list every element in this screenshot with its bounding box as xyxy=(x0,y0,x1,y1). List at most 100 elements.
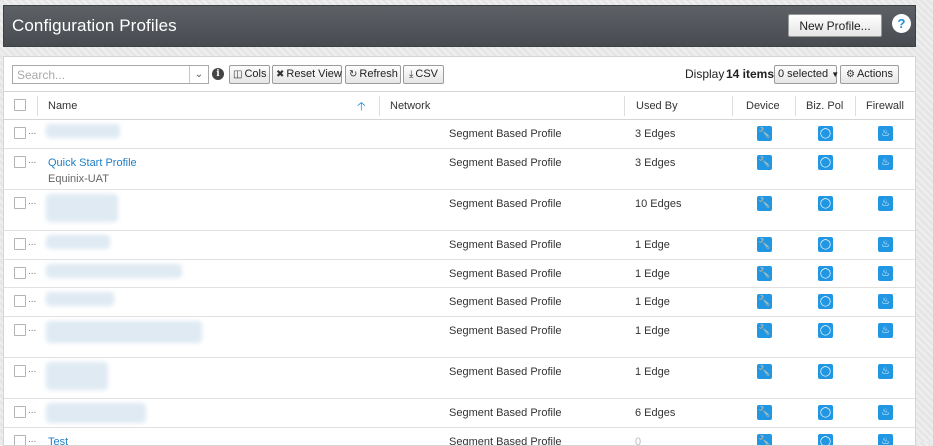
new-profile-button[interactable]: New Profile... xyxy=(788,14,882,37)
wrench-icon[interactable]: 🔧 xyxy=(757,126,772,141)
network-cell: Segment Based Profile xyxy=(449,157,562,169)
row-checkbox[interactable] xyxy=(14,156,26,168)
redacted-profile-name xyxy=(46,403,146,423)
wrench-icon[interactable]: 🔧 xyxy=(757,237,772,252)
search-input[interactable] xyxy=(13,66,188,83)
row-menu-icon[interactable]: ... xyxy=(28,323,36,334)
table-row: ... Test Segment Based Profile 0 🔧 ◯ ♨ xyxy=(4,428,915,446)
flame-icon[interactable]: ♨ xyxy=(878,434,893,445)
row-menu-icon[interactable]: ... xyxy=(28,405,36,416)
row-checkbox[interactable] xyxy=(14,406,26,418)
row-menu-icon[interactable]: ... xyxy=(28,266,36,277)
refresh-icon: ↻ xyxy=(349,69,358,80)
profile-name-link[interactable]: Quick Start Profile xyxy=(48,157,137,169)
row-checkbox[interactable] xyxy=(14,365,26,377)
cols-button[interactable]: ◫ Cols xyxy=(229,65,270,84)
info-icon[interactable]: i xyxy=(212,68,224,80)
row-menu-icon[interactable]: ... xyxy=(28,294,36,305)
network-cell: Segment Based Profile xyxy=(449,366,562,378)
column-header-firewall[interactable]: Firewall xyxy=(866,92,904,120)
used-by-cell: 3 Edges xyxy=(635,157,676,169)
column-header-network[interactable]: Network xyxy=(390,92,430,120)
cols-label: Cols xyxy=(244,68,267,80)
badge-icon[interactable]: ◯ xyxy=(818,237,833,252)
badge-icon[interactable]: ◯ xyxy=(818,323,833,338)
wrench-icon[interactable]: 🔧 xyxy=(757,155,772,170)
select-all-checkbox[interactable] xyxy=(14,99,26,111)
chevron-down-icon[interactable]: ⌄ xyxy=(189,66,208,83)
row-menu-icon[interactable]: ... xyxy=(28,155,36,166)
wrench-icon[interactable]: 🔧 xyxy=(757,266,772,281)
column-header-name[interactable]: Name xyxy=(48,92,77,120)
profile-subtitle: Equinix-UAT xyxy=(48,173,109,185)
wrench-icon[interactable]: 🔧 xyxy=(757,323,772,338)
flame-icon[interactable]: ♨ xyxy=(878,196,893,211)
row-menu-icon[interactable]: ... xyxy=(28,237,36,248)
column-header-used-by[interactable]: Used By xyxy=(636,92,678,120)
column-divider xyxy=(795,96,796,116)
column-divider xyxy=(855,96,856,116)
reset-view-label: Reset View xyxy=(286,68,342,80)
used-by-cell: 3 Edges xyxy=(635,128,676,140)
row-menu-icon[interactable]: ... xyxy=(28,434,36,445)
refresh-button[interactable]: ↻ Refresh xyxy=(345,65,401,84)
row-checkbox[interactable] xyxy=(14,435,26,445)
table-header: Name 🡡 Network Used By Device Biz. Pol F… xyxy=(4,91,915,120)
row-menu-icon[interactable]: ... xyxy=(28,126,36,137)
csv-button[interactable]: ⤓ CSV xyxy=(403,65,444,84)
badge-icon[interactable]: ◯ xyxy=(818,155,833,170)
flame-icon[interactable]: ♨ xyxy=(878,294,893,309)
network-cell: Segment Based Profile xyxy=(449,325,562,337)
badge-icon[interactable]: ◯ xyxy=(818,405,833,420)
row-checkbox[interactable] xyxy=(14,197,26,209)
redacted-profile-name xyxy=(46,235,110,249)
row-menu-icon[interactable]: ... xyxy=(28,196,36,207)
row-checkbox[interactable] xyxy=(14,267,26,279)
flame-icon[interactable]: ♨ xyxy=(878,126,893,141)
used-by-cell: 1 Edge xyxy=(635,325,670,337)
reset-view-button[interactable]: ✖ Reset View xyxy=(272,65,342,84)
actions-button[interactable]: ⚙ Actions xyxy=(840,65,899,84)
row-checkbox[interactable] xyxy=(14,324,26,336)
flame-icon[interactable]: ♨ xyxy=(878,405,893,420)
row-checkbox[interactable] xyxy=(14,238,26,250)
flame-icon[interactable]: ♨ xyxy=(878,364,893,379)
column-header-biz-pol[interactable]: Biz. Pol xyxy=(806,92,843,120)
badge-icon[interactable]: ◯ xyxy=(818,266,833,281)
wrench-icon[interactable]: 🔧 xyxy=(757,405,772,420)
row-checkbox[interactable] xyxy=(14,295,26,307)
row-checkbox[interactable] xyxy=(14,127,26,139)
table-row: ... Segment Based Profile 10 Edges 🔧 ◯ ♨ xyxy=(4,190,915,231)
flame-icon[interactable]: ♨ xyxy=(878,266,893,281)
network-cell: Segment Based Profile xyxy=(449,198,562,210)
row-menu-icon[interactable]: ... xyxy=(28,364,36,375)
table-row: ... Quick Start Profile Equinix-UAT Segm… xyxy=(4,149,915,190)
table-row: ... Segment Based Profile 1 Edge 🔧 ◯ ♨ xyxy=(4,317,915,358)
flame-icon[interactable]: ♨ xyxy=(878,237,893,252)
refresh-label: Refresh xyxy=(359,68,398,80)
badge-icon[interactable]: ◯ xyxy=(818,196,833,211)
network-cell: Segment Based Profile xyxy=(449,128,562,140)
flame-icon[interactable]: ♨ xyxy=(878,155,893,170)
badge-icon[interactable]: ◯ xyxy=(818,364,833,379)
badge-icon[interactable]: ◯ xyxy=(818,434,833,445)
wrench-icon[interactable]: 🔧 xyxy=(757,434,772,445)
used-by-cell: 0 xyxy=(635,436,642,446)
wrench-icon[interactable]: 🔧 xyxy=(757,294,772,309)
flame-icon[interactable]: ♨ xyxy=(878,323,893,338)
actions-label: Actions xyxy=(856,68,894,80)
network-cell: Segment Based Profile xyxy=(449,239,562,251)
network-cell: Segment Based Profile xyxy=(449,407,562,419)
profile-name-link[interactable]: Test xyxy=(48,436,68,445)
wrench-icon[interactable]: 🔧 xyxy=(757,196,772,211)
help-icon[interactable]: ? xyxy=(892,14,911,33)
table-row: ... Segment Based Profile 1 Edge 🔧 ◯ ♨ xyxy=(4,260,915,288)
sort-ascending-icon[interactable]: 🡡 xyxy=(357,92,366,120)
wrench-icon[interactable]: 🔧 xyxy=(757,364,772,379)
badge-icon[interactable]: ◯ xyxy=(818,294,833,309)
used-by-cell: 1 Edge xyxy=(635,296,670,308)
close-icon: ✖ xyxy=(276,69,285,80)
selection-dropdown[interactable]: 0 selected ▼ xyxy=(774,65,839,84)
badge-icon[interactable]: ◯ xyxy=(818,126,833,141)
column-header-device[interactable]: Device xyxy=(746,92,780,120)
